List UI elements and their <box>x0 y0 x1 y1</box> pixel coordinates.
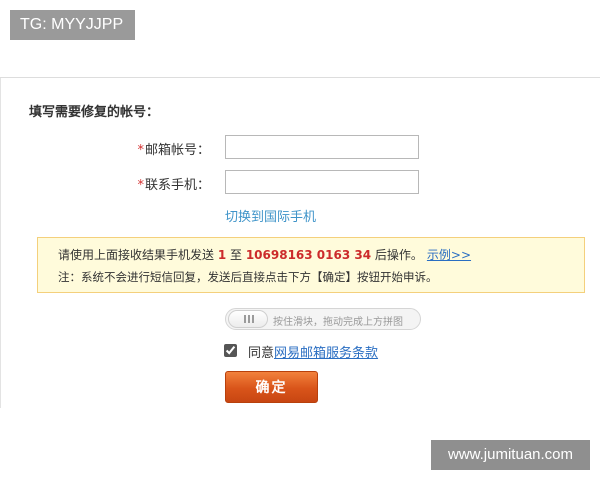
confirm-button[interactable]: 确定 <box>225 371 318 403</box>
captcha-slider-handle[interactable] <box>228 310 268 328</box>
notice-suffix: 后操作。 <box>371 248 423 262</box>
notice-line-2: 注：系统不会进行短信回复，发送后直接点击下方【确定】按钮开始申诉。 <box>58 270 438 284</box>
email-label: *邮箱帐号： <box>137 139 210 158</box>
sms-number: 10698163 0163 34 <box>245 248 372 262</box>
repair-account-form: 填写需要修复的帐号： *邮箱帐号： *联系手机： 切换到国际手机 请使用上面接收… <box>0 77 600 408</box>
sms-notice-box: 请使用上面接收结果手机发送 1 至 10698163 0163 34 后操作。示… <box>37 237 585 293</box>
phone-label: *联系手机： <box>137 174 210 193</box>
grip-icon <box>248 315 250 323</box>
email-account-input[interactable] <box>225 135 419 159</box>
notice-prefix: 请使用上面接收结果手机发送 <box>58 248 218 262</box>
watermark: www.jumituan.com <box>431 440 590 470</box>
notice-mid: 至 <box>226 248 246 262</box>
tg-badge: TG: MYYJJPP <box>10 10 135 40</box>
required-mark: * <box>137 178 144 193</box>
phone-field-row: *联系手机： <box>0 170 600 194</box>
phone-label-text: 联系手机： <box>144 178 210 193</box>
agree-terms-row: 同意网易邮箱服务条款 <box>224 342 424 361</box>
captcha-slider-track: 按住滑块，拖动完成上方拼图 <box>225 308 421 330</box>
agree-text: 同意网易邮箱服务条款 <box>248 342 378 361</box>
terms-link[interactable]: 网易邮箱服务条款 <box>274 346 378 361</box>
contact-phone-input[interactable] <box>225 170 419 194</box>
grip-icon <box>252 315 254 323</box>
notice-line-1: 请使用上面接收结果手机发送 1 至 10698163 0163 34 后操作。示… <box>58 246 471 263</box>
agree-prefix: 同意 <box>248 346 275 361</box>
sms-code: 1 <box>217 248 227 262</box>
required-mark: * <box>137 143 144 158</box>
example-link[interactable]: 示例>> <box>427 248 471 262</box>
grip-icon <box>244 315 246 323</box>
slider-hint: 按住滑块，拖动完成上方拼图 <box>273 317 403 328</box>
email-field-row: *邮箱帐号： <box>0 135 600 159</box>
email-label-text: 邮箱帐号： <box>144 143 210 158</box>
switch-international-phone-link[interactable]: 切换到国际手机 <box>225 206 316 225</box>
section-title: 填写需要修复的帐号： <box>29 105 160 120</box>
agree-checkbox[interactable] <box>224 344 237 357</box>
